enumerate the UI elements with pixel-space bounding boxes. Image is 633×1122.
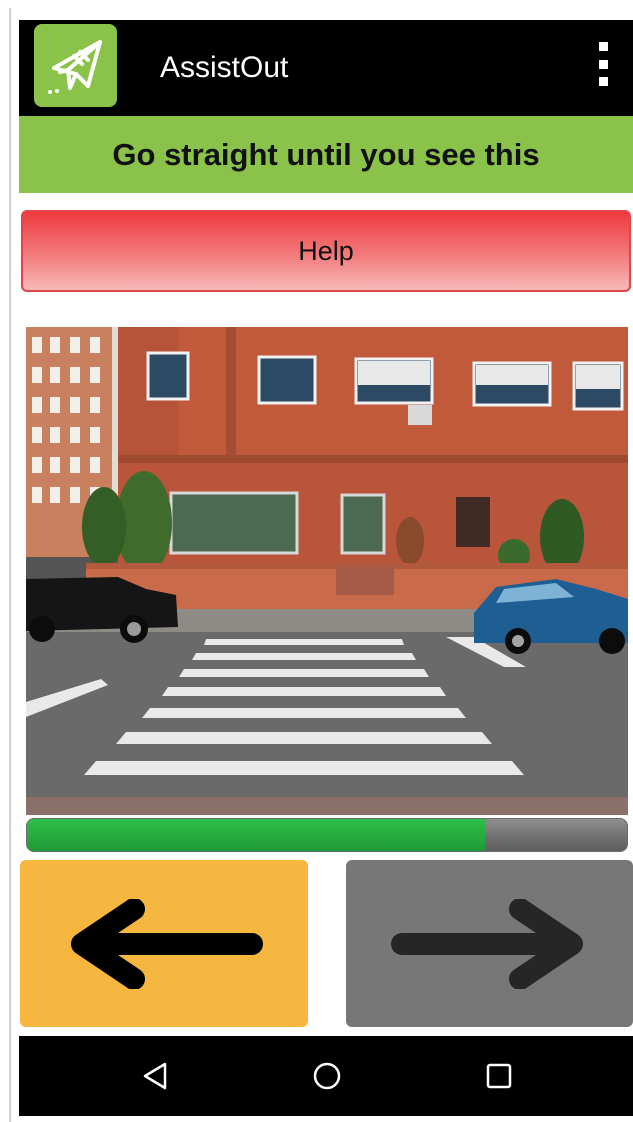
progress-fill bbox=[27, 819, 486, 851]
help-button[interactable]: Help bbox=[21, 210, 631, 292]
landmark-photo bbox=[26, 327, 628, 815]
crosswalk-photo bbox=[26, 327, 628, 815]
previous-step-button[interactable] bbox=[20, 860, 308, 1027]
next-step-button[interactable] bbox=[346, 860, 633, 1027]
system-navigation-bar bbox=[19, 1036, 633, 1116]
app-title: AssistOut bbox=[160, 51, 289, 84]
paper-plane-icon bbox=[47, 39, 102, 94]
instruction-text: Go straight until you see this bbox=[112, 136, 540, 172]
triangle-back-icon[interactable] bbox=[136, 1056, 176, 1096]
app-screen: AssistOut Go straight until you see this… bbox=[19, 20, 633, 1116]
action-bar: AssistOut bbox=[19, 20, 633, 116]
app-logo bbox=[34, 24, 117, 107]
overflow-menu-icon[interactable] bbox=[593, 42, 613, 86]
instruction-banner: Go straight until you see this bbox=[19, 116, 633, 193]
circle-home-icon[interactable] bbox=[307, 1056, 347, 1096]
progress-bar bbox=[26, 818, 628, 852]
help-button-label: Help bbox=[298, 235, 354, 266]
square-recents-icon[interactable] bbox=[479, 1056, 519, 1096]
arrow-right-icon bbox=[390, 898, 583, 989]
arrow-left-icon bbox=[71, 898, 263, 989]
